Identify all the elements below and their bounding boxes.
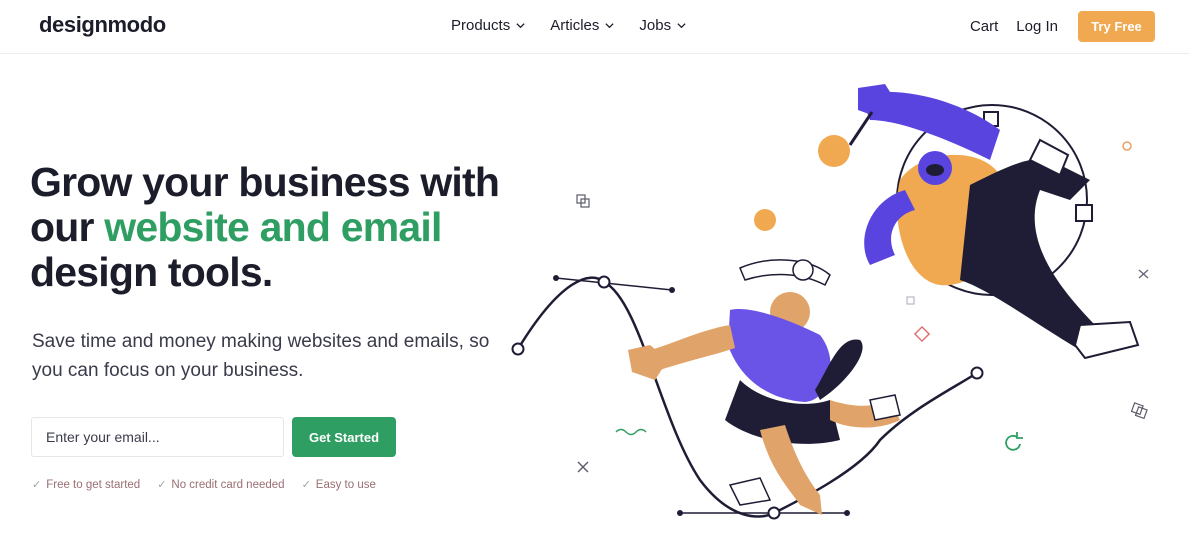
guide-handle [1075, 204, 1093, 222]
get-started-button[interactable]: Get Started [292, 417, 396, 457]
orange-dot [754, 209, 776, 231]
check-label: No credit card needed [171, 478, 285, 491]
feature-checklist: ✓ Free to get started ✓ No credit card n… [32, 478, 376, 492]
crouching-person [628, 259, 901, 515]
check-item: ✓ Easy to use [301, 478, 376, 492]
diamond-shape [913, 325, 931, 343]
nav-jobs[interactable]: Jobs [639, 17, 687, 34]
check-label: Free to get started [46, 478, 141, 491]
bezier-node [767, 506, 781, 520]
copy-icon [1130, 402, 1148, 420]
nav-jobs-label: Jobs [639, 17, 672, 34]
bezier-node [597, 275, 611, 289]
person-shoe [1073, 320, 1140, 360]
check-icon: ✓ [301, 479, 311, 491]
hat-ball [792, 259, 814, 281]
chevron-down-icon [677, 23, 686, 29]
copy-icon [576, 194, 590, 208]
hat [739, 259, 831, 287]
shoe [869, 394, 901, 421]
cart-link[interactable]: Cart [970, 18, 998, 35]
check-icon: ✓ [157, 479, 167, 491]
bezier-handle-dot [669, 287, 675, 293]
square-shape [906, 296, 915, 305]
bezier-node [970, 366, 984, 380]
login-link[interactable]: Log In [1016, 18, 1058, 35]
bezier-handle-dot [677, 510, 683, 516]
hero-illustration [511, 84, 1149, 520]
small-ring [1122, 141, 1132, 151]
chevron-down-icon [605, 23, 615, 29]
headline-text-2: design tools. [30, 249, 273, 295]
check-label: Easy to use [315, 478, 376, 491]
plus-icon [1138, 269, 1149, 279]
nav-articles-label: Articles [550, 17, 600, 34]
check-item: ✓ No credit card needed [157, 478, 285, 492]
try-free-button[interactable]: Try Free [1078, 11, 1155, 42]
top-header: designmodo Products Articles Jobs Cart L… [0, 0, 1189, 54]
nav-products-label: Products [451, 17, 511, 34]
check-item: ✓ Free to get started [32, 478, 141, 492]
hero-headline: Grow your business with our website and … [30, 160, 500, 295]
check-icon: ✓ [32, 479, 42, 491]
main-nav: Products Articles Jobs [451, 17, 687, 34]
squiggle-shape [615, 428, 647, 436]
person-face [926, 164, 944, 176]
email-field[interactable] [32, 418, 283, 456]
nav-articles[interactable]: Articles [550, 17, 615, 34]
bezier-handle-dot [553, 275, 559, 281]
bezier-handle-dot [844, 510, 850, 516]
headline-accent: website and email [104, 204, 442, 250]
orange-dot [818, 135, 850, 167]
refresh-icon [1005, 432, 1023, 451]
plus-icon [577, 461, 589, 473]
shoe [728, 477, 772, 506]
chevron-down-icon [516, 23, 525, 29]
bezier-node [511, 342, 525, 356]
email-field-wrapper [31, 417, 284, 457]
hero-subtitle: Save time and money making websites and … [32, 331, 490, 381]
header-actions: Cart Log In Try Free [970, 11, 1155, 42]
pen-stylus [848, 111, 874, 146]
designmodo-logo[interactable]: designmodo [39, 12, 166, 38]
nav-products[interactable]: Products [451, 17, 526, 34]
person-legs [960, 158, 1100, 350]
